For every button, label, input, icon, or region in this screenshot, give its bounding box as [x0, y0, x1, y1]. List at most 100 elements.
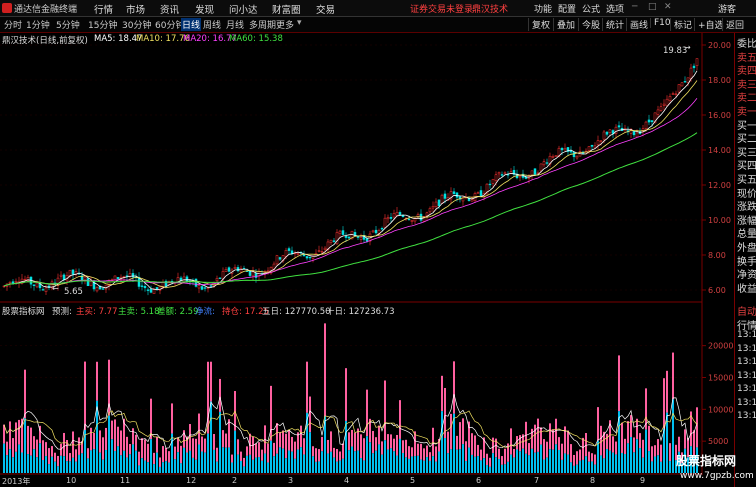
period-monthly[interactable]: 月线: [226, 18, 244, 31]
candle: [506, 171, 510, 179]
period-15min[interactable]: 15分钟: [88, 18, 117, 31]
volume-bar-sell: [321, 451, 323, 473]
menu-wenxiaoda[interactable]: 问小达: [229, 2, 258, 16]
volume-bar-buy: [558, 437, 560, 450]
volume-bar-buy: [420, 443, 422, 460]
candle: [419, 209, 423, 224]
menu-faxian[interactable]: 发现: [195, 2, 214, 16]
volume-bar-sell: [594, 464, 596, 473]
volume-bar-sell: [489, 466, 491, 473]
candlestick-chart[interactable]: 20.00 18.00 16.00 14.00 12.00 10.00 8.00 6.00: [0, 33, 734, 303]
period-weekly[interactable]: 周线: [203, 18, 221, 31]
volume-bar-sell: [396, 455, 398, 473]
volume-bar-sell: [648, 451, 650, 473]
volume-bar-sell: [333, 457, 335, 473]
close-icon[interactable]: ✕: [664, 2, 672, 12]
volume-bar-sell: [456, 449, 458, 473]
btn-tongji[interactable]: 统计: [602, 18, 624, 31]
volume-bar-sell: [414, 456, 416, 473]
volume-bar-sell: [114, 451, 116, 473]
volume-axis: 20000 15000 10000 5000: [702, 342, 733, 446]
volume-bar-sell: [327, 453, 329, 473]
minimize-icon[interactable]: ─: [632, 2, 637, 12]
candle: [251, 266, 255, 281]
user-label[interactable]: 游客: [718, 2, 736, 15]
volume-bar-sell: [273, 456, 275, 473]
candle: [359, 233, 363, 244]
volume-bar-sell: [549, 449, 551, 473]
volume-bar-sell: [180, 463, 182, 473]
volume-bar-buy: [213, 434, 215, 450]
period-daily[interactable]: 日线: [181, 18, 202, 31]
candle: [155, 287, 159, 291]
volume-bar-buy: [393, 438, 395, 452]
volume-bar-buy: [348, 432, 350, 451]
more-dropdown-icon[interactable]: ▾: [297, 18, 302, 28]
btn-diejia[interactable]: 叠加: [553, 18, 575, 31]
btn-add-watchlist[interactable]: +自选: [694, 18, 724, 31]
volume-bar-buy: [117, 426, 119, 447]
volume-bar-buy: [513, 448, 515, 458]
low-arrow-icon: ←: [52, 284, 59, 293]
period-30min[interactable]: 30分钟: [122, 18, 151, 31]
candle: [575, 155, 579, 160]
volume-bar-buy: [696, 407, 698, 448]
menu-gongshi[interactable]: 公式: [582, 2, 600, 15]
volume-bar-sell: [468, 447, 470, 473]
menu-shichang[interactable]: 市场: [126, 2, 145, 16]
candle: [335, 229, 339, 246]
period-more[interactable]: 更多: [276, 18, 294, 31]
btn-fuquan[interactable]: 复权: [528, 18, 550, 31]
period-5min[interactable]: 5分钟: [56, 18, 80, 31]
tick-time: 13:11: [737, 370, 756, 381]
btn-huaxian[interactable]: 画线: [626, 18, 648, 31]
candle: [332, 237, 336, 243]
menu-peizhi[interactable]: 配置: [558, 2, 576, 15]
volume-bar-buy: [243, 457, 245, 467]
btn-jingu[interactable]: 今股: [578, 18, 600, 31]
candle: [41, 287, 45, 291]
btn-f10[interactable]: F10: [650, 18, 671, 28]
volume-bar-sell: [462, 444, 464, 473]
candle: [95, 286, 99, 293]
candle: [200, 284, 204, 291]
period-1min[interactable]: 1分钟: [26, 18, 50, 31]
candle: [488, 179, 492, 189]
volume-bar-sell: [111, 439, 113, 473]
btn-biaoji[interactable]: 标记: [670, 18, 692, 31]
volume-bar-buy: [312, 446, 314, 457]
volume-bar-sell: [204, 452, 206, 473]
candle: [326, 238, 330, 253]
menu-hangqing[interactable]: 行情: [94, 2, 113, 16]
volume-bar-buy: [276, 423, 278, 454]
volume-bar-sell: [567, 454, 569, 473]
volume-bar-buy: [282, 430, 284, 449]
menu-zixun[interactable]: 资讯: [160, 2, 179, 16]
menu-jiaoyi[interactable]: 交易: [316, 2, 335, 16]
volume-bar-buy: [288, 430, 290, 451]
date-tick-label: 9: [640, 476, 646, 485]
volume-indicator-chart[interactable]: 20000 15000 10000 5000: [0, 303, 734, 475]
date-tick-label: 10: [66, 476, 77, 485]
volume-bar-buy: [600, 425, 602, 456]
volume-bar-sell: [135, 450, 137, 473]
indicator-name[interactable]: 股票指标网: [2, 305, 45, 317]
app-logo-icon: [2, 3, 12, 13]
login-notice[interactable]: 证券交易未登录: [410, 2, 473, 15]
candle: [503, 171, 507, 175]
menu-caifuquan[interactable]: 财富圈: [272, 2, 301, 16]
btn-back[interactable]: 返回: [722, 18, 744, 31]
volume-bar-sell: [78, 454, 80, 473]
volume-bar-sell: [120, 455, 122, 473]
volume-bar-sell: [102, 459, 104, 473]
menu-xuanxiang[interactable]: 选项: [606, 2, 624, 15]
period-multi[interactable]: 多周期: [249, 18, 276, 31]
volume-bar-sell: [21, 452, 23, 473]
candle: [572, 151, 576, 162]
volume-bar-buy: [60, 443, 62, 456]
volume-bar-sell: [240, 460, 242, 473]
candle: [695, 58, 699, 71]
restore-icon[interactable]: □: [648, 2, 657, 12]
menu-gongneng[interactable]: 功能: [534, 2, 552, 15]
period-fenshi[interactable]: 分时: [4, 18, 22, 31]
